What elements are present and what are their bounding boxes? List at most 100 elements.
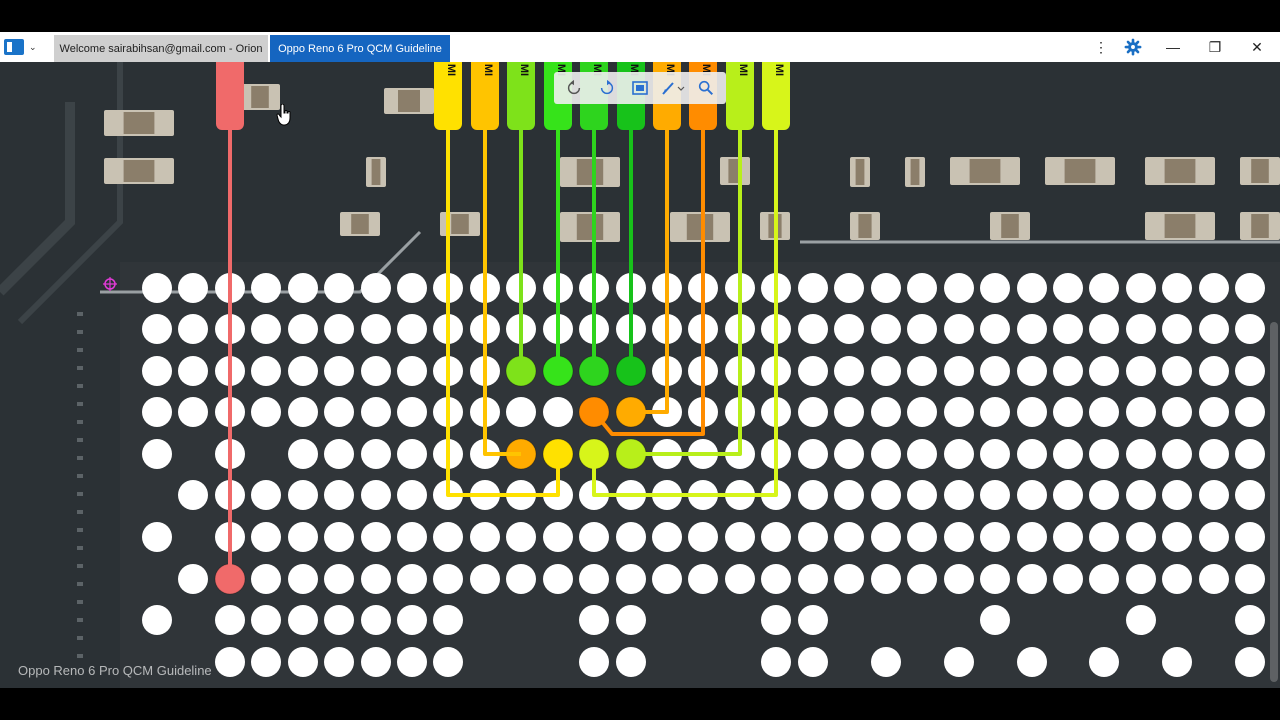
bga-ball <box>980 522 1010 552</box>
bga-ball <box>761 647 791 677</box>
rotate-left-icon[interactable] <box>562 75 587 101</box>
bga-ball <box>761 564 791 594</box>
smd-component-body <box>858 214 872 238</box>
bga-ball <box>433 522 463 552</box>
bga-ball <box>1126 397 1156 427</box>
bga-ball <box>834 522 864 552</box>
bga-ball <box>1162 480 1192 510</box>
pin-label: MI <box>773 64 785 76</box>
bga-ball <box>980 356 1010 386</box>
bga-ball <box>142 605 172 635</box>
bga-ball <box>980 397 1010 427</box>
bga-ball <box>433 647 463 677</box>
bga-ball <box>1089 314 1119 344</box>
bga-ball <box>944 564 974 594</box>
bga-ball <box>871 480 901 510</box>
bga-ball <box>871 397 901 427</box>
bga-ball <box>798 647 828 677</box>
bga-ball <box>1235 356 1265 386</box>
bga-ball <box>288 397 318 427</box>
bga-ball <box>361 397 391 427</box>
bga-ball <box>1162 273 1192 303</box>
bga-ball <box>907 273 937 303</box>
hand-cursor-icon <box>276 104 291 126</box>
app-menu-button[interactable]: ⌄ <box>4 35 44 59</box>
bga-ball <box>142 522 172 552</box>
bga-ball <box>1235 605 1265 635</box>
bga-ball <box>1017 480 1047 510</box>
bga-ball <box>798 480 828 510</box>
pin-label: MI <box>518 64 530 76</box>
bga-ball <box>397 397 427 427</box>
bga-ball <box>1126 439 1156 469</box>
pin-label: MI <box>737 64 749 76</box>
bga-ball <box>543 564 573 594</box>
bga-ball <box>288 647 318 677</box>
bga-ball <box>251 397 281 427</box>
bga-ball <box>907 480 937 510</box>
bga-ball <box>361 273 391 303</box>
bga-ball <box>1126 522 1156 552</box>
bga-ball <box>616 605 646 635</box>
bga-ball <box>944 647 974 677</box>
bga-ball <box>1162 397 1192 427</box>
bga-ball <box>1089 647 1119 677</box>
bga-ball <box>980 564 1010 594</box>
bga-ball <box>944 480 974 510</box>
bga-ball <box>579 522 609 552</box>
bga-ball <box>1126 314 1156 344</box>
bga-ball <box>616 647 646 677</box>
vertical-scrollbar[interactable] <box>1270 322 1278 682</box>
tab-welcome[interactable]: Welcome sairabihsan@gmail.com - Orion <box>54 35 268 62</box>
gear-icon[interactable] <box>1122 32 1144 62</box>
bga-ball <box>1199 439 1229 469</box>
bga-ball <box>361 439 391 469</box>
bga-ball <box>142 273 172 303</box>
bga-ball <box>907 356 937 386</box>
bga-ball <box>1199 314 1229 344</box>
smd-component-body <box>969 159 1001 183</box>
rotate-right-icon[interactable] <box>595 75 620 101</box>
bga-ball <box>871 273 901 303</box>
bga-ball <box>324 564 354 594</box>
pen-tool-icon[interactable] <box>660 75 685 101</box>
bga-ball <box>980 273 1010 303</box>
smd-component-body <box>123 112 155 134</box>
tab-guideline[interactable]: Oppo Reno 6 Pro QCM Guideline <box>270 35 450 62</box>
smd-component-body <box>576 159 604 185</box>
bga-ball <box>397 314 427 344</box>
bga-ball <box>834 273 864 303</box>
fit-screen-icon[interactable] <box>628 75 653 101</box>
close-button[interactable]: ✕ <box>1244 32 1270 62</box>
bga-ball <box>324 314 354 344</box>
minimize-button[interactable]: — <box>1160 32 1186 62</box>
image-viewer[interactable]: MI MI MI MI MI MI MI MI MI MI Oppo Reno 6 Pro QCM… <box>0 62 1280 688</box>
bga-ball <box>688 522 718 552</box>
bga-ball <box>1235 564 1265 594</box>
bga-ball <box>1017 647 1047 677</box>
bga-ball <box>288 439 318 469</box>
bga-ball <box>725 564 755 594</box>
bga-ball <box>324 273 354 303</box>
zoom-icon[interactable] <box>693 75 718 101</box>
bga-ball <box>1235 439 1265 469</box>
bga-ball <box>1235 480 1265 510</box>
bga-ball <box>324 480 354 510</box>
bga-ball <box>142 397 172 427</box>
bga-ball <box>944 522 974 552</box>
bga-ball <box>980 314 1010 344</box>
bga-ball <box>980 439 1010 469</box>
bga-ball <box>397 356 427 386</box>
bga-ball <box>288 273 318 303</box>
bga-ball <box>178 564 208 594</box>
bga-ball <box>980 480 1010 510</box>
bga-ball <box>1199 522 1229 552</box>
image-watermark: Oppo Reno 6 Pro QCM Guideline <box>18 663 212 678</box>
bga-ball <box>397 273 427 303</box>
smd-component-body <box>123 160 155 182</box>
more-options-icon[interactable]: ⋮ <box>1090 32 1112 62</box>
bga-ball <box>871 439 901 469</box>
restore-button[interactable]: ❐ <box>1202 32 1228 62</box>
bga-ball <box>1053 480 1083 510</box>
bga-ball <box>944 314 974 344</box>
